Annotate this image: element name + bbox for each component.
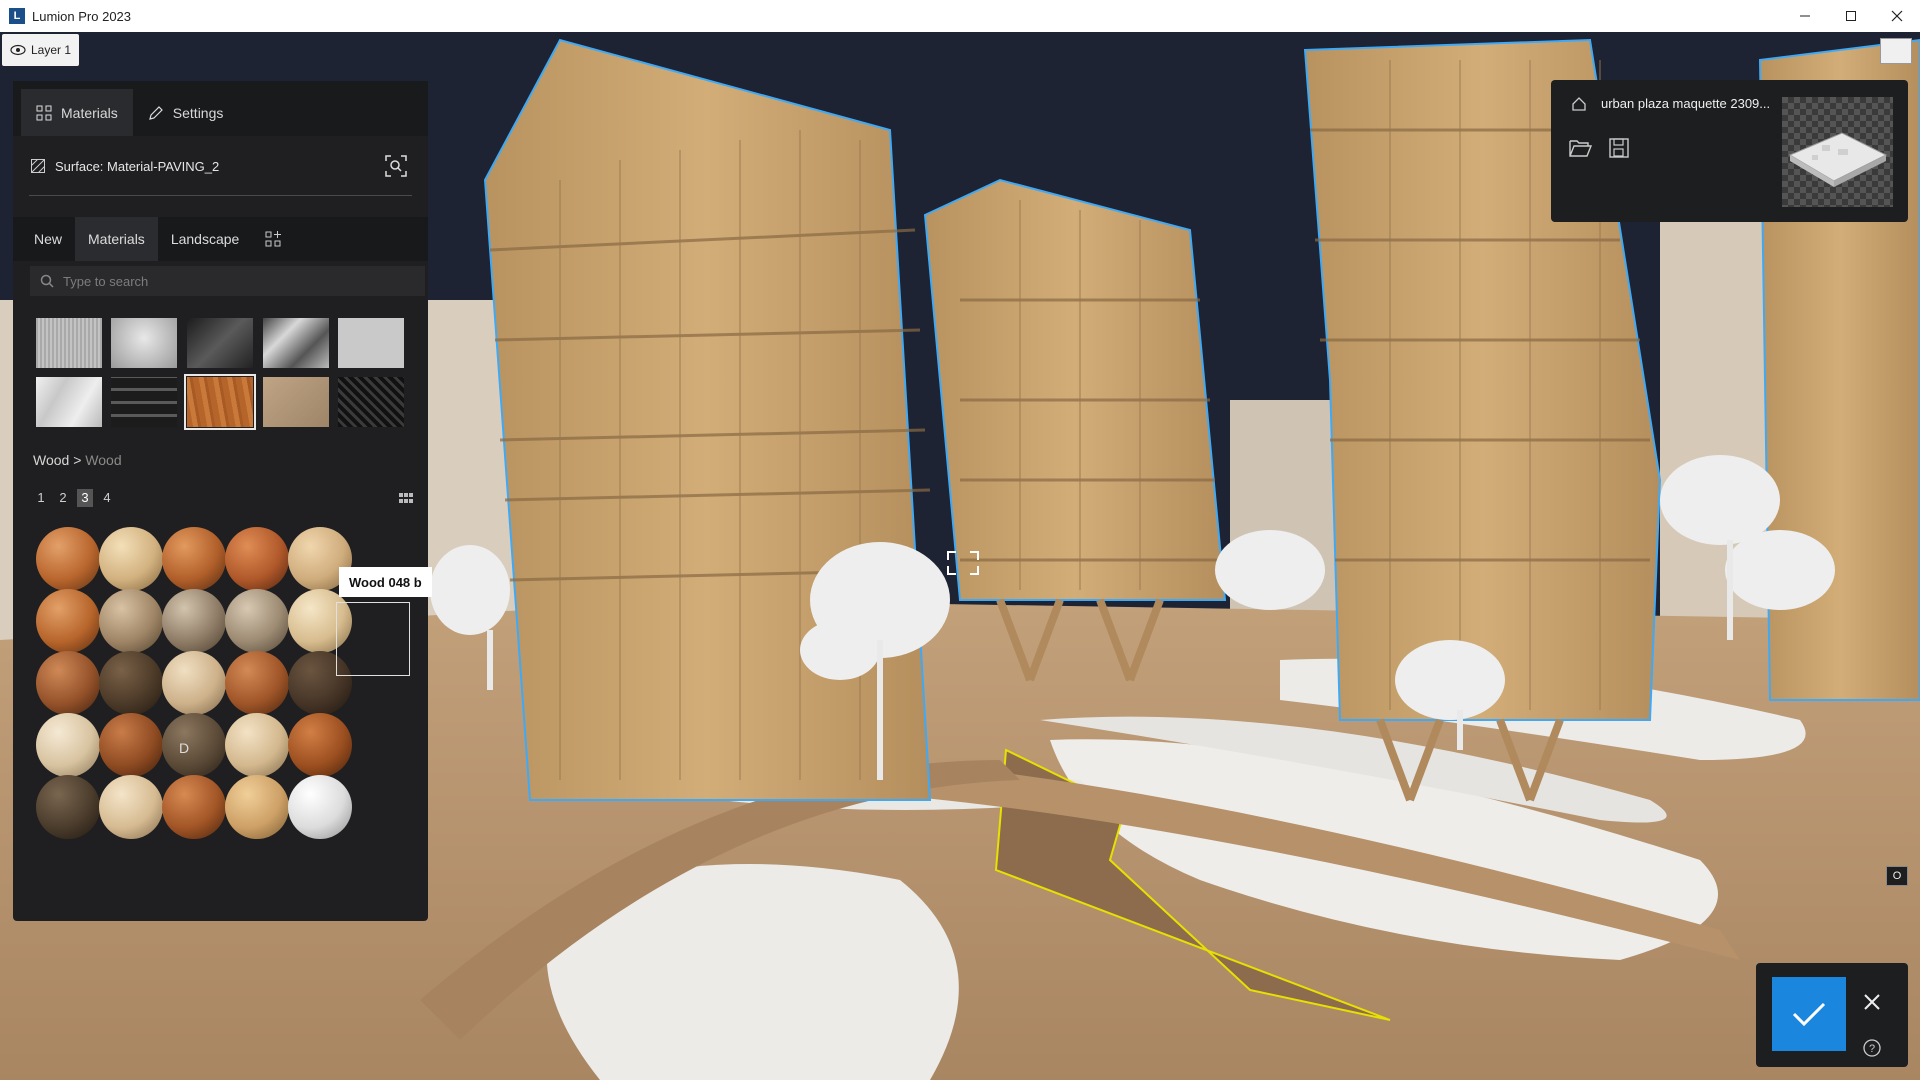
library-tab-new[interactable]: New [21, 217, 75, 261]
material-sphere[interactable] [162, 527, 226, 591]
material-sphere[interactable] [36, 527, 100, 591]
project-name: urban plaza maquette 2309... [1601, 96, 1771, 111]
material-sphere[interactable] [162, 589, 226, 653]
pencil-icon [148, 105, 163, 120]
recent-material-swatch[interactable] [36, 377, 102, 427]
help-icon[interactable]: ? [1862, 1038, 1882, 1058]
recent-material-swatch[interactable] [338, 377, 404, 427]
recent-material-swatch[interactable] [338, 318, 404, 368]
material-sphere[interactable] [99, 651, 163, 715]
home-icon [1572, 97, 1586, 111]
eye-icon [10, 44, 26, 56]
material-tooltip: Wood 048 b [339, 567, 432, 597]
material-sphere[interactable] [225, 589, 289, 653]
pagination: 1 2 3 4 [33, 489, 115, 507]
layer-label: Layer 1 [31, 43, 72, 57]
material-sphere[interactable] [225, 527, 289, 591]
search-icon [40, 274, 54, 288]
breadcrumb[interactable]: Wood > Wood [33, 452, 122, 468]
lumion-logo-icon: L [9, 8, 25, 24]
library-add-icon[interactable] [252, 217, 294, 261]
material-sphere[interactable] [162, 651, 226, 715]
recent-material-swatch[interactable] [187, 318, 253, 368]
material-sphere[interactable] [99, 589, 163, 653]
material-sphere[interactable] [288, 713, 352, 777]
material-sphere[interactable] [162, 775, 226, 839]
layer-toggle[interactable]: Layer 1 [2, 34, 80, 66]
material-sphere[interactable] [36, 713, 100, 777]
project-card: urban plaza maquette 2309... [1551, 80, 1908, 222]
surface-label: Surface: Material-PAVING_2 [55, 158, 220, 174]
page-3[interactable]: 3 [77, 489, 93, 507]
open-folder-icon[interactable] [1569, 138, 1593, 158]
material-sphere[interactable] [99, 527, 163, 591]
surface-row: Surface: Material-PAVING_2 [13, 136, 428, 196]
cancel-button[interactable] [1863, 993, 1881, 1011]
page-4[interactable]: 4 [99, 489, 115, 507]
library-tab-materials[interactable]: Materials [75, 217, 158, 261]
material-sphere[interactable] [99, 713, 163, 777]
selected-material-swatch[interactable] [184, 374, 256, 430]
save-icon[interactable] [1609, 138, 1631, 158]
material-sphere[interactable] [36, 775, 100, 839]
material-sphere[interactable] [225, 775, 289, 839]
close-icon[interactable] [1874, 0, 1920, 32]
recent-material-swatch[interactable] [36, 318, 102, 368]
material-sphere[interactable] [36, 589, 100, 653]
screen-layout-button[interactable] [1880, 38, 1912, 64]
project-thumbnail [1782, 97, 1893, 207]
search-placeholder: Type to search [63, 273, 149, 289]
confirm-button[interactable] [1772, 977, 1846, 1051]
maximize-icon[interactable] [1828, 0, 1874, 32]
selected-sphere-frame [336, 602, 410, 676]
breadcrumb-current: Wood [85, 452, 122, 468]
locate-icon[interactable] [384, 154, 408, 178]
title-bar: L Lumion Pro 2023 [0, 0, 1920, 32]
download-marker: D [179, 740, 190, 756]
material-sphere[interactable] [288, 775, 352, 839]
tab-materials-label: Materials [61, 104, 118, 121]
divider [29, 195, 412, 196]
view-grid-icon[interactable] [399, 493, 413, 505]
material-sphere[interactable] [225, 713, 289, 777]
svg-text:?: ? [1869, 1043, 1875, 1055]
minimize-icon[interactable] [1782, 0, 1828, 32]
material-sphere[interactable] [225, 651, 289, 715]
grid-icon [36, 105, 52, 120]
window-title: Lumion Pro 2023 [32, 8, 132, 24]
page-1[interactable]: 1 [33, 489, 49, 507]
search-input[interactable]: Type to search [30, 266, 425, 296]
material-sphere[interactable] [99, 775, 163, 839]
recent-material-swatch[interactable] [263, 318, 329, 368]
recent-material-swatch[interactable] [263, 377, 329, 427]
material-sphere[interactable] [162, 713, 226, 777]
library-tab-landscape[interactable]: Landscape [158, 217, 253, 261]
recent-material-swatch[interactable] [111, 318, 177, 368]
breadcrumb-parent[interactable]: Wood [33, 452, 69, 468]
check-icon [1792, 1002, 1826, 1027]
page-2[interactable]: 2 [55, 489, 71, 507]
recent-material-swatch[interactable] [111, 377, 177, 427]
viewport-badge: O [1886, 866, 1908, 886]
breadcrumb-separator: > [73, 452, 82, 468]
confirm-panel: ? [1756, 963, 1908, 1067]
tab-materials[interactable]: Materials [21, 89, 133, 136]
materials-panel: Materials Settings Surface: Material-PAV… [13, 81, 428, 921]
tab-settings-label: Settings [172, 104, 224, 121]
tab-settings[interactable]: Settings [133, 89, 239, 136]
hatch-icon [31, 159, 45, 173]
material-sphere[interactable] [36, 651, 100, 715]
